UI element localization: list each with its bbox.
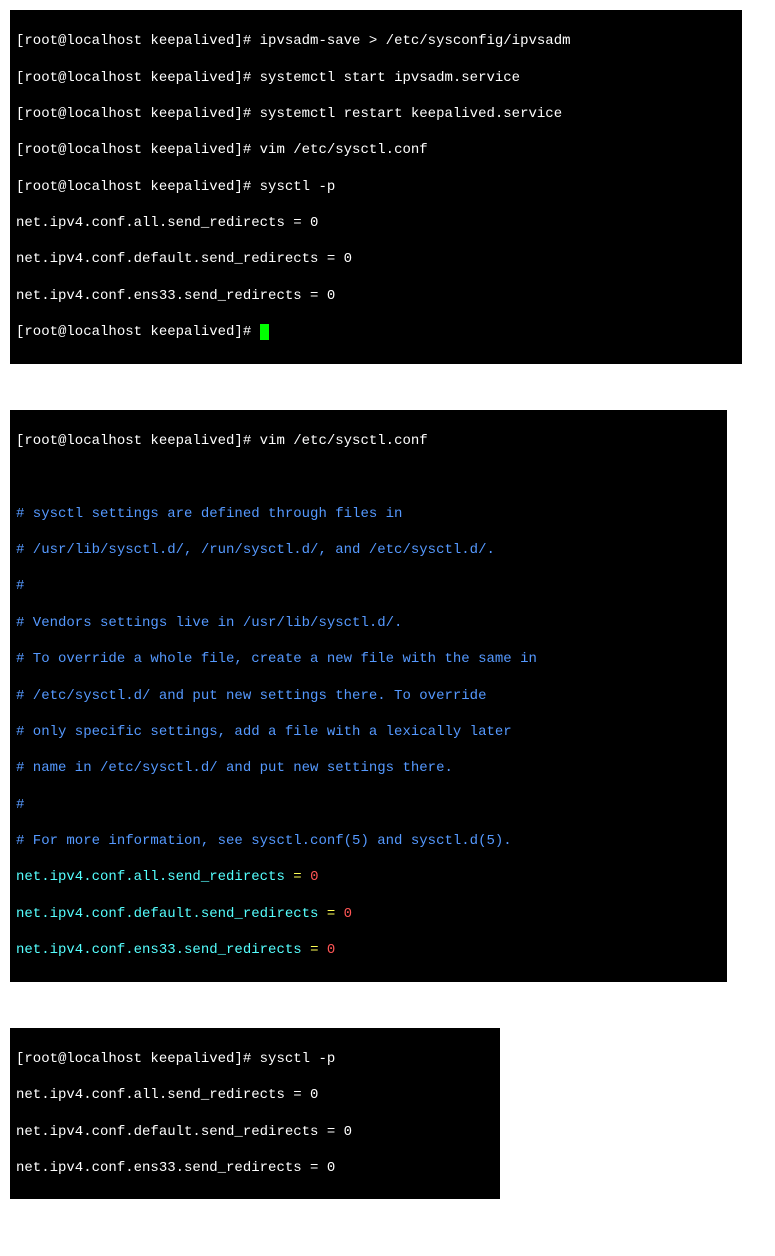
terminal-block-3: [root@localhost keepalived]# sysctl -p n… [10,1028,500,1200]
sysctl-value: 0 [344,906,352,922]
output-line: net.ipv4.conf.default.send_redirects = 0 [16,250,736,268]
sysctl-key: net.ipv4.conf.all.send_redirects [16,869,293,885]
prompt: [root@localhost keepalived]# [16,1051,260,1067]
cursor-block [260,324,269,340]
command: sysctl -p [260,1051,336,1067]
sysctl-key: net.ipv4.conf.default.send_redirects [16,906,327,922]
comment-line: # [16,577,721,595]
command: vim /etc/sysctl.conf [260,142,428,158]
command: systemctl restart keepalived.service [260,106,562,122]
prompt: [root@localhost keepalived]# [16,179,260,195]
comment-line: # Vendors settings live in /usr/lib/sysc… [16,614,721,632]
sysctl-key: net.ipv4.conf.ens33.send_redirects [16,942,310,958]
comment-line: # To override a whole file, create a new… [16,650,721,668]
comment-line: # only specific settings, add a file wit… [16,723,721,741]
output-line: net.ipv4.conf.all.send_redirects = 0 [16,214,736,232]
prompt: [root@localhost keepalived]# [16,106,260,122]
comment-line: # /usr/lib/sysctl.d/, /run/sysctl.d/, an… [16,541,721,559]
output-line: net.ipv4.conf.default.send_redirects = 0 [16,1123,494,1141]
command: vim /etc/sysctl.conf [260,433,428,449]
comment-line: # name in /etc/sysctl.d/ and put new set… [16,759,721,777]
equals-sign: = [310,942,318,958]
prompt: [root@localhost keepalived]# [16,70,260,86]
equals-sign: = [293,869,301,885]
prompt: [root@localhost keepalived]# [16,324,260,340]
output-line: net.ipv4.conf.ens33.send_redirects = 0 [16,1159,494,1177]
comment-line: # sysctl settings are defined through fi… [16,505,721,523]
prompt: [root@localhost keepalived]# [16,142,260,158]
sysctl-value: 0 [327,942,335,958]
equals-sign: = [327,906,335,922]
command: systemctl start ipvsadm.service [260,70,520,86]
prompt: [root@localhost keepalived]# [16,33,260,49]
comment-line: # [16,796,721,814]
terminal-block-1: [root@localhost keepalived]# ipvsadm-sav… [10,10,742,364]
comment-line: # For more information, see sysctl.conf(… [16,832,721,850]
prompt: [root@localhost keepalived]# [16,433,260,449]
comment-line: # /etc/sysctl.d/ and put new settings th… [16,687,721,705]
sysctl-value: 0 [310,869,318,885]
output-line: net.ipv4.conf.all.send_redirects = 0 [16,1086,494,1104]
command: sysctl -p [260,179,336,195]
terminal-block-2: [root@localhost keepalived]# vim /etc/sy… [10,410,727,982]
command: ipvsadm-save > /etc/sysconfig/ipvsadm [260,33,571,49]
output-line: net.ipv4.conf.ens33.send_redirects = 0 [16,287,736,305]
